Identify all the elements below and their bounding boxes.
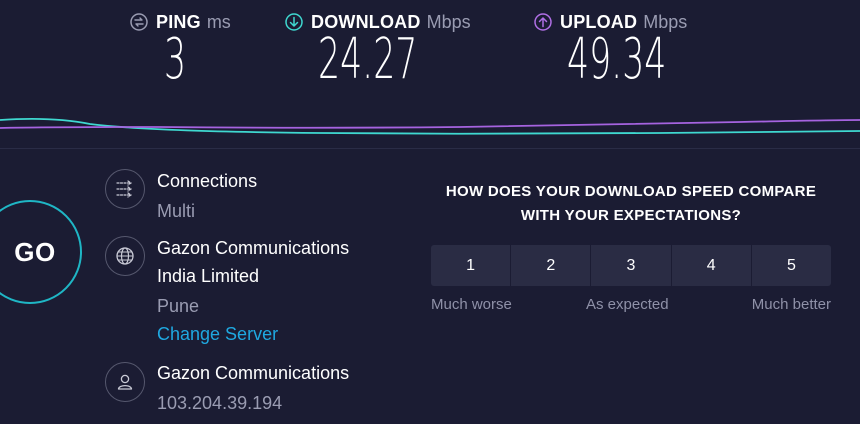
rating-buttons: 1 2 3 4 5 bbox=[431, 245, 831, 286]
scale-label-low: Much worse bbox=[431, 296, 512, 313]
rating-button-4[interactable]: 4 bbox=[671, 245, 752, 286]
upload-graph-line bbox=[0, 119, 860, 129]
server-name-line2: India Limited bbox=[157, 266, 260, 286]
scale-label-high: Much better bbox=[751, 296, 831, 313]
connections-icon bbox=[105, 169, 145, 209]
rating-button-1[interactable]: 1 bbox=[431, 245, 512, 286]
ping-value: 3 bbox=[164, 27, 187, 92]
graph-divider bbox=[0, 148, 860, 149]
connections-title: Connections bbox=[157, 171, 258, 191]
rating-button-3[interactable]: 3 bbox=[591, 245, 672, 286]
survey-question-line2: WITH YOUR EXPECTATIONS? bbox=[520, 207, 742, 224]
server-info: Gazon Communications India Limited Pune … bbox=[157, 234, 349, 348]
speed-graph bbox=[0, 117, 860, 135]
rating-button-5[interactable]: 5 bbox=[751, 245, 831, 286]
upload-value: 49.34 bbox=[567, 27, 667, 92]
provider-name: Gazon Communications bbox=[157, 363, 350, 383]
download-arrow-icon bbox=[285, 13, 303, 31]
change-server-link[interactable]: Change Server bbox=[157, 320, 349, 348]
download-value: 24.27 bbox=[318, 27, 418, 92]
connections-info: Connections Multi bbox=[157, 167, 257, 225]
rating-button-2[interactable]: 2 bbox=[511, 245, 592, 286]
globe-icon bbox=[105, 236, 145, 276]
go-button-label: GO bbox=[14, 236, 56, 267]
ping-icon bbox=[130, 13, 148, 31]
survey-question-line1: HOW DOES YOUR DOWNLOAD SPEED COMPARE bbox=[445, 183, 817, 200]
ping-unit: ms bbox=[206, 11, 231, 32]
survey-question: HOW DOES YOUR DOWNLOAD SPEED COMPARE WIT… bbox=[420, 180, 842, 228]
provider-info: Gazon Communications 103.204.39.194 bbox=[157, 359, 349, 417]
server-location: Pune bbox=[157, 296, 200, 316]
provider-ip: 103.204.39.194 bbox=[157, 393, 283, 413]
go-button[interactable]: GO bbox=[0, 200, 82, 304]
upload-arrow-icon bbox=[534, 13, 552, 31]
user-icon bbox=[105, 362, 145, 402]
scale-label-mid: As expected bbox=[586, 296, 669, 313]
connections-value: Multi bbox=[157, 201, 196, 221]
server-name-line1: Gazon Communications bbox=[157, 238, 350, 258]
download-unit: Mbps bbox=[426, 11, 471, 32]
